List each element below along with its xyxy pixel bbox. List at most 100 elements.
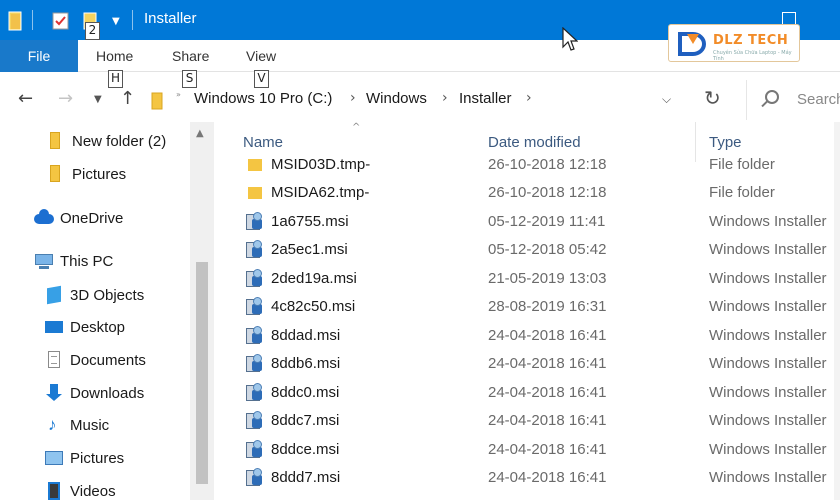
file-name: 8ddb6.msi: [271, 355, 341, 372]
sidebar-item-desktop[interactable]: Desktop: [44, 312, 125, 342]
file-date: 21-05-2019 13:03: [488, 270, 607, 287]
file-name: 8ddc0.msi: [271, 384, 340, 401]
file-date: 24-04-2018 16:41: [488, 384, 607, 401]
up-arrow-icon[interactable]: ↑: [120, 88, 135, 109]
scrollbar-thumb[interactable]: [196, 262, 208, 484]
navigation-pane: New folder (2) Pictures OneDrive This PC…: [0, 122, 214, 500]
breadcrumb-chevron-icon[interactable]: ›: [526, 90, 532, 106]
msi-file-icon: [244, 326, 264, 346]
sidebar-item-label: Desktop: [70, 318, 126, 336]
file-date: 24-04-2018 16:41: [488, 327, 607, 344]
sidebar-item-label: OneDrive: [60, 209, 124, 227]
3d-objects-icon: [44, 285, 64, 305]
msi-file-icon: [244, 240, 264, 260]
table-row[interactable]: 8ddce.msi 24-04-2018 16:41 Windows Insta…: [214, 436, 840, 464]
file-type: Windows Installer: [709, 441, 827, 458]
msi-file-icon: [244, 411, 264, 431]
sidebar-item-music[interactable]: ♪ Music: [44, 410, 109, 440]
column-header-name[interactable]: Name: [243, 134, 283, 151]
msi-file-icon: [244, 468, 264, 488]
logo-text: DLZ TECH: [713, 33, 789, 48]
sidebar-item-3d-objects[interactable]: 3D Objects: [44, 280, 144, 310]
navigation-scrollbar[interactable]: ▲: [190, 122, 214, 500]
table-row[interactable]: 8ddc7.msi 24-04-2018 16:41 Windows Insta…: [214, 407, 840, 435]
file-date: 05-12-2019 11:41: [488, 213, 606, 230]
this-pc-icon: [34, 252, 54, 270]
table-row[interactable]: 4c82c50.msi 28-08-2019 16:31 Windows Ins…: [214, 293, 840, 321]
folder-icon: [244, 155, 264, 175]
back-arrow-icon[interactable]: ←: [18, 88, 33, 109]
music-icon: ♪: [48, 415, 57, 434]
file-date: 28-08-2019 16:31: [488, 298, 607, 315]
table-row[interactable]: 2a5ec1.msi 05-12-2018 05:42 Windows Inst…: [214, 236, 840, 264]
file-type: Windows Installer: [709, 327, 827, 344]
file-name: 8ddc7.msi: [271, 412, 340, 429]
sidebar-item-new-folder-2[interactable]: New folder (2): [46, 126, 166, 156]
breadcrumb-drive[interactable]: Windows 10 Pro (C:): [194, 90, 332, 107]
window-title: Installer: [144, 10, 197, 27]
tab-view[interactable]: View: [246, 48, 276, 64]
tab-file[interactable]: File: [0, 40, 78, 72]
tab-home[interactable]: Home: [96, 48, 133, 64]
folder-icon: [244, 183, 264, 203]
sidebar-item-label: This PC: [60, 252, 114, 270]
sidebar-item-onedrive[interactable]: OneDrive: [34, 203, 123, 233]
sort-ascending-icon: ^: [352, 122, 361, 133]
column-header-date-modified[interactable]: Date modified: [488, 134, 581, 151]
scroll-up-icon[interactable]: ▲: [196, 128, 204, 139]
sidebar-item-videos[interactable]: Videos: [44, 476, 116, 500]
breadcrumb-chevron-icon[interactable]: ›: [442, 90, 448, 106]
table-row[interactable]: MSIDA62.tmp- 26-10-2018 12:18 File folde…: [214, 179, 840, 207]
properties-icon[interactable]: [52, 8, 70, 34]
sidebar-item-pictures[interactable]: Pictures: [44, 443, 124, 473]
file-date: 26-10-2018 12:18: [488, 184, 607, 201]
tab-share[interactable]: Share: [172, 48, 209, 64]
address-dropdown-chevron-icon[interactable]: ⌵: [662, 92, 671, 107]
sidebar-item-pictures-quick[interactable]: Pictures: [46, 159, 126, 189]
onedrive-icon: [34, 209, 54, 227]
desktop-icon: [44, 318, 64, 336]
file-type: Windows Installer: [709, 469, 827, 486]
sidebar-item-documents[interactable]: Documents: [44, 345, 146, 375]
folder-icon[interactable]: [8, 8, 26, 34]
breadcrumb-installer[interactable]: Installer: [459, 90, 512, 107]
recent-locations-chevron-icon[interactable]: ▼: [94, 94, 102, 105]
forward-arrow-icon[interactable]: →: [58, 88, 73, 109]
table-row[interactable]: 1a6755.msi 05-12-2019 11:41 Windows Inst…: [214, 208, 840, 236]
address-overflow-icon[interactable]: »: [176, 90, 181, 99]
msi-file-icon: [244, 354, 264, 374]
file-type: Windows Installer: [709, 412, 827, 429]
search-placeholder: Search: [797, 91, 840, 108]
table-row[interactable]: 8ddb6.msi 24-04-2018 16:41 Windows Insta…: [214, 350, 840, 378]
file-list: ^ Name Date modified Type MSID03D.tmp- 2…: [214, 122, 840, 500]
file-name: MSIDA62.tmp-: [271, 184, 370, 201]
qat-separator: [32, 10, 33, 30]
file-date: 24-04-2018 16:41: [488, 412, 607, 429]
dlz-tech-logo: DLZ TECH Chuyên Sửa Chữa Laptop - Máy Tí…: [668, 24, 800, 62]
downloads-icon: [44, 384, 64, 402]
column-header-type[interactable]: Type: [709, 134, 742, 151]
refresh-icon[interactable]: ↻: [704, 86, 721, 110]
file-type: Windows Installer: [709, 270, 827, 287]
table-row[interactable]: 8ddc0.msi 24-04-2018 16:41 Windows Insta…: [214, 379, 840, 407]
mouse-cursor-icon: [562, 27, 578, 51]
customize-qat-chevron-icon[interactable]: ▼: [112, 8, 124, 34]
folder-icon: [46, 165, 66, 183]
videos-icon: [44, 482, 64, 500]
file-list-scrollbar[interactable]: [834, 122, 840, 500]
search-input[interactable]: Search: [746, 80, 840, 120]
table-row[interactable]: 8ddad.msi 24-04-2018 16:41 Windows Insta…: [214, 322, 840, 350]
dlz-logo-mark-icon: [678, 32, 706, 56]
file-date: 24-04-2018 16:41: [488, 469, 607, 486]
breadcrumb-chevron-icon[interactable]: ›: [350, 90, 356, 106]
table-row[interactable]: 2ded19a.msi 21-05-2019 13:03 Windows Ins…: [214, 265, 840, 293]
file-name: 1a6755.msi: [271, 213, 349, 230]
table-row[interactable]: MSID03D.tmp- 26-10-2018 12:18 File folde…: [214, 151, 840, 179]
sidebar-item-this-pc[interactable]: This PC: [34, 246, 113, 276]
file-type: Windows Installer: [709, 213, 827, 230]
msi-file-icon: [244, 212, 264, 232]
sidebar-item-label: Videos: [70, 482, 116, 500]
table-row[interactable]: 8ddd7.msi 24-04-2018 16:41 Windows Insta…: [214, 464, 840, 492]
sidebar-item-downloads[interactable]: Downloads: [44, 378, 144, 408]
breadcrumb-windows[interactable]: Windows: [366, 90, 427, 107]
